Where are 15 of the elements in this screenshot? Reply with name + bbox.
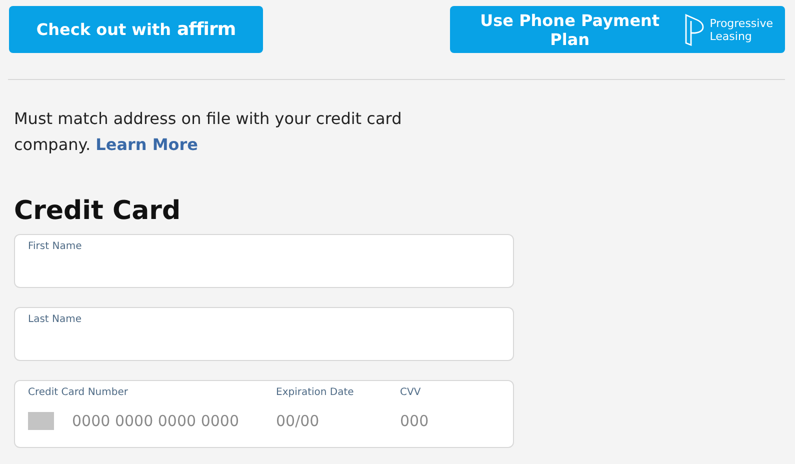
expiry-input[interactable]: 00/00 xyxy=(276,410,366,432)
logo-icon xyxy=(684,12,704,46)
section-title: Credit Card xyxy=(14,196,182,226)
field-label: Expiration Date xyxy=(276,387,355,398)
affirm-checkout-button[interactable]: Check out with affirm xyxy=(9,6,263,53)
field-label: Credit Card Number xyxy=(28,387,129,398)
phone-payment-plan-button[interactable]: Use Phone Payment Plan Progressive Leasing xyxy=(450,6,785,53)
credit-card-icon xyxy=(28,412,54,430)
notice-text: Must match address on file with your credit card company. Learn More xyxy=(14,108,403,156)
card-number-input[interactable]: 0000 0000 0000 0000 xyxy=(72,410,242,432)
name-field[interactable]: Last Name xyxy=(14,307,514,361)
field-label: CVV xyxy=(400,387,422,398)
cvv-input[interactable]: 000 xyxy=(400,410,490,432)
learn-more-link[interactable]: Learn More xyxy=(96,135,198,154)
name-field[interactable]: First Name xyxy=(14,234,514,288)
